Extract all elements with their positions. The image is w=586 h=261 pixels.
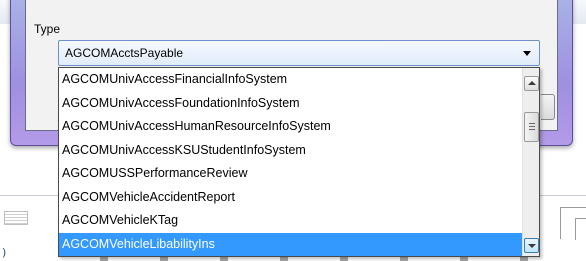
dialog-side-button[interactable] — [541, 94, 555, 120]
type-label: Type — [34, 22, 61, 36]
dropdown-scrollbar[interactable] — [522, 68, 539, 256]
type-dropdown-list[interactable]: AGCOMUnivAccessFinancialInfoSystem AGCOM… — [58, 67, 540, 257]
list-item[interactable]: AGCOMVehicleKTag — [59, 209, 523, 233]
scroll-up-arrow-icon[interactable] — [524, 76, 539, 91]
list-item[interactable]: AGCOMUnivAccessHumanResourceInfoSystem — [59, 115, 523, 139]
list-item[interactable]: AGCOMUnivAccessFinancialInfoSystem — [59, 68, 523, 92]
scroll-down-arrow-icon[interactable] — [524, 238, 539, 253]
list-item-selected[interactable]: AGCOMVehicleLibabilityIns — [59, 232, 523, 256]
grip-icon — [529, 123, 535, 132]
list-item[interactable]: AGCOMUSSPerformanceReview — [59, 162, 523, 186]
background-panel-frame-inner — [575, 218, 586, 240]
dropdown-items: AGCOMUnivAccessFinancialInfoSystem AGCOM… — [59, 68, 523, 256]
background-text-fragment: ) — [2, 246, 7, 259]
list-item[interactable]: AGCOMUnivAccessFoundationInfoSystem — [59, 92, 523, 116]
type-combobox-value: AGCOMAcctsPayable — [65, 46, 184, 60]
grid-icon — [4, 211, 28, 225]
scrollbar-thumb[interactable] — [524, 112, 539, 142]
list-item[interactable]: AGCOMVehicleAccidentReport — [59, 186, 523, 210]
chevron-down-icon[interactable] — [523, 51, 531, 56]
type-combobox[interactable]: AGCOMAcctsPayable — [58, 40, 540, 66]
list-item[interactable]: AGCOMUnivAccessKSUStudentInfoSystem — [59, 139, 523, 163]
